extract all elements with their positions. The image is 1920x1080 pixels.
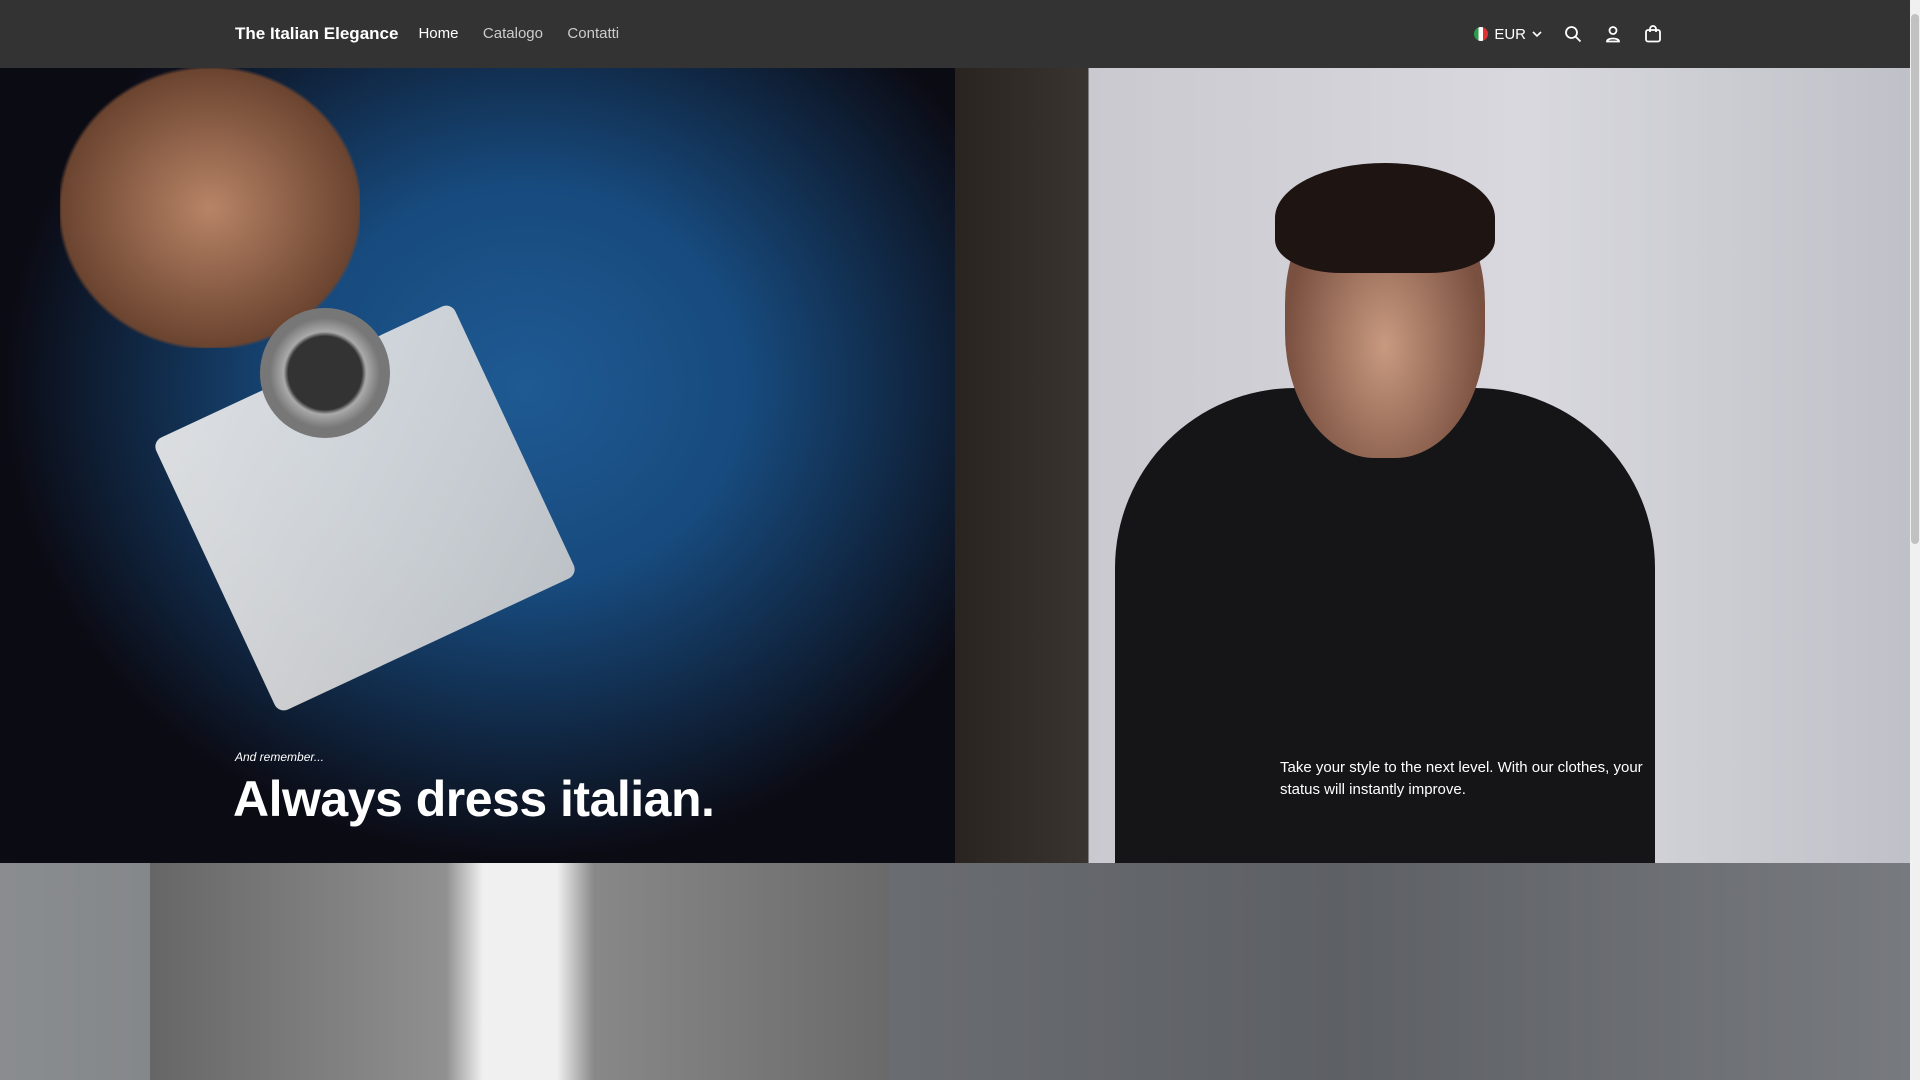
hero-description: Take your style to the next level. With … [1280, 759, 1643, 798]
main-nav: Home Catalogo Contatti [418, 25, 639, 43]
section-image-gray-jacket [0, 863, 1910, 1080]
hero-image-suit-cuff [0, 68, 955, 863]
scrollbar-thumb[interactable] [1911, 14, 1919, 544]
nav-contatti[interactable]: Contatti [567, 25, 619, 42]
nav-catalogo[interactable]: Catalogo [483, 25, 543, 42]
cart-bag-icon[interactable] [1644, 25, 1662, 43]
currency-selector[interactable]: EUR [1474, 26, 1542, 43]
hero-headline: Always dress italian. [233, 771, 715, 827]
header-actions: EUR [1474, 25, 1662, 43]
chevron-down-icon [1532, 29, 1542, 39]
account-icon[interactable] [1604, 25, 1622, 43]
italy-flag-icon [1474, 27, 1489, 41]
search-icon[interactable] [1564, 25, 1582, 43]
scrollbar[interactable] [1910, 0, 1920, 1080]
hero-image-man-coat [955, 68, 1910, 863]
hero-tagline: And remember... [235, 750, 324, 764]
currency-label: EUR [1494, 25, 1526, 43]
brand-logo[interactable]: The Italian Elegance [235, 24, 398, 44]
nav-home[interactable]: Home [418, 25, 458, 42]
site-header: The Italian Elegance Home Catalogo Conta… [0, 0, 1910, 68]
